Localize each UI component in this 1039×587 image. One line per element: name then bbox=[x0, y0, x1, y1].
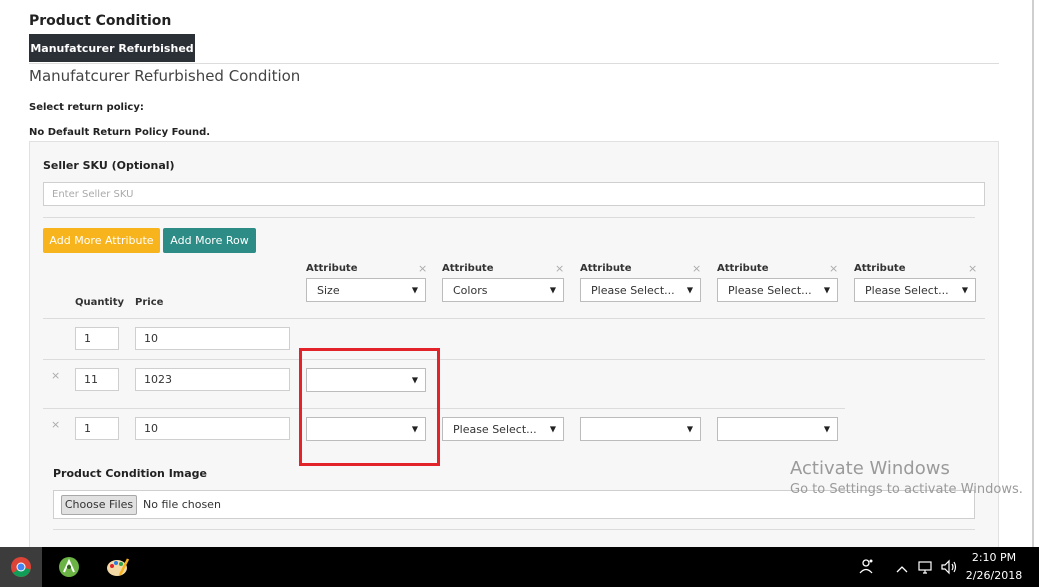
row-1-price-input[interactable]: 10 bbox=[135, 327, 290, 350]
row-3-attribute-select-4[interactable]: ▼ bbox=[717, 417, 838, 441]
clock-date[interactable]: 2/26/2018 bbox=[962, 569, 1026, 582]
highlight-box bbox=[299, 348, 440, 466]
taskbar bbox=[0, 547, 1039, 587]
caret-down-icon: ▼ bbox=[823, 424, 830, 434]
remove-attribute-5-icon[interactable]: × bbox=[968, 263, 977, 274]
choose-files-button[interactable]: Choose Files bbox=[61, 494, 137, 515]
page-scrollbar[interactable] bbox=[1032, 0, 1034, 547]
attribute-label-3: Attribute bbox=[580, 263, 632, 274]
add-more-row-button[interactable]: Add More Row bbox=[163, 228, 256, 253]
remove-attribute-1-icon[interactable]: × bbox=[418, 263, 427, 274]
attribute-select-4-value: Please Select... bbox=[728, 283, 812, 297]
remove-attribute-3-icon[interactable]: × bbox=[692, 263, 701, 274]
price-column-header: Price bbox=[135, 297, 164, 308]
seller-sku-input[interactable]: Enter Seller SKU bbox=[43, 182, 985, 206]
tab-manufacturer-refurbished[interactable]: Manufatcurer Refurbished bbox=[29, 34, 195, 62]
row-3-price-input[interactable]: 10 bbox=[135, 417, 290, 440]
section-title: Product Condition bbox=[29, 13, 172, 29]
people-icon[interactable] bbox=[858, 557, 876, 577]
paint-icon[interactable] bbox=[97, 547, 139, 587]
attribute-select-4[interactable]: Please Select... ▼ bbox=[717, 278, 838, 302]
caret-down-icon: ▼ bbox=[961, 285, 968, 295]
caret-down-icon: ▼ bbox=[823, 285, 830, 295]
attribute-label-1: Attribute bbox=[306, 263, 358, 274]
attribute-select-2-value: Colors bbox=[453, 283, 488, 297]
caret-down-icon: ▼ bbox=[686, 285, 693, 295]
row-3-attribute-select-2[interactable]: Please Select... ▼ bbox=[442, 417, 564, 441]
caret-down-icon: ▼ bbox=[549, 285, 556, 295]
row-2-remove-icon[interactable]: × bbox=[51, 370, 60, 381]
android-studio-icon[interactable] bbox=[48, 547, 90, 587]
attribute-label-4: Attribute bbox=[717, 263, 769, 274]
attribute-select-2[interactable]: Colors ▼ bbox=[442, 278, 564, 302]
return-policy-label: Select return policy: bbox=[29, 102, 144, 113]
row-2-price-input[interactable]: 1023 bbox=[135, 368, 290, 391]
attribute-select-3-value: Please Select... bbox=[591, 283, 675, 297]
caret-down-icon: ▼ bbox=[411, 285, 418, 295]
activate-windows-subtitle: Go to Settings to activate Windows. bbox=[790, 482, 1023, 497]
clock-time[interactable]: 2:10 PM bbox=[962, 551, 1026, 564]
attribute-select-5-value: Please Select... bbox=[865, 283, 949, 297]
attribute-label-2: Attribute bbox=[442, 263, 494, 274]
quantity-column-header: Quantity bbox=[75, 297, 124, 308]
caret-down-icon: ▼ bbox=[549, 424, 556, 434]
chevron-up-icon[interactable] bbox=[896, 561, 908, 573]
attribute-label-5: Attribute bbox=[854, 263, 906, 274]
row-2-divider bbox=[43, 408, 845, 409]
chrome-icon[interactable] bbox=[0, 547, 42, 587]
seller-sku-label: Seller SKU (Optional) bbox=[43, 159, 175, 172]
attribute-select-5[interactable]: Please Select... ▼ bbox=[854, 278, 976, 302]
network-icon[interactable] bbox=[917, 559, 933, 575]
attribute-select-1-value: Size bbox=[317, 283, 340, 297]
row-1-divider bbox=[43, 359, 985, 360]
remove-attribute-2-icon[interactable]: × bbox=[555, 263, 564, 274]
attribute-select-1[interactable]: Size ▼ bbox=[306, 278, 426, 302]
row-3-remove-icon[interactable]: × bbox=[51, 419, 60, 430]
condition-heading: Manufatcurer Refurbished Condition bbox=[29, 67, 301, 85]
add-more-attribute-button[interactable]: Add More Attribute bbox=[43, 228, 160, 253]
activate-windows-title: Activate Windows bbox=[790, 458, 950, 479]
remove-attribute-4-icon[interactable]: × bbox=[829, 263, 838, 274]
header-divider bbox=[43, 318, 985, 319]
file-status: No file chosen bbox=[143, 498, 221, 511]
attribute-select-3[interactable]: Please Select... ▼ bbox=[580, 278, 701, 302]
row-2-quantity-input[interactable]: 11 bbox=[75, 368, 119, 391]
volume-icon[interactable] bbox=[940, 559, 958, 575]
tab-divider bbox=[29, 63, 999, 64]
row-3-attribute-select-3[interactable]: ▼ bbox=[580, 417, 701, 441]
row-1-quantity-input[interactable]: 1 bbox=[75, 327, 119, 350]
return-policy-status: No Default Return Policy Found. bbox=[29, 127, 211, 138]
caret-down-icon: ▼ bbox=[686, 424, 693, 434]
bottom-divider bbox=[53, 529, 975, 530]
sku-divider bbox=[43, 217, 975, 218]
row-3-attribute-select-2-value: Please Select... bbox=[453, 422, 537, 436]
row-3-quantity-input[interactable]: 1 bbox=[75, 417, 119, 440]
condition-image-label: Product Condition Image bbox=[53, 467, 208, 480]
